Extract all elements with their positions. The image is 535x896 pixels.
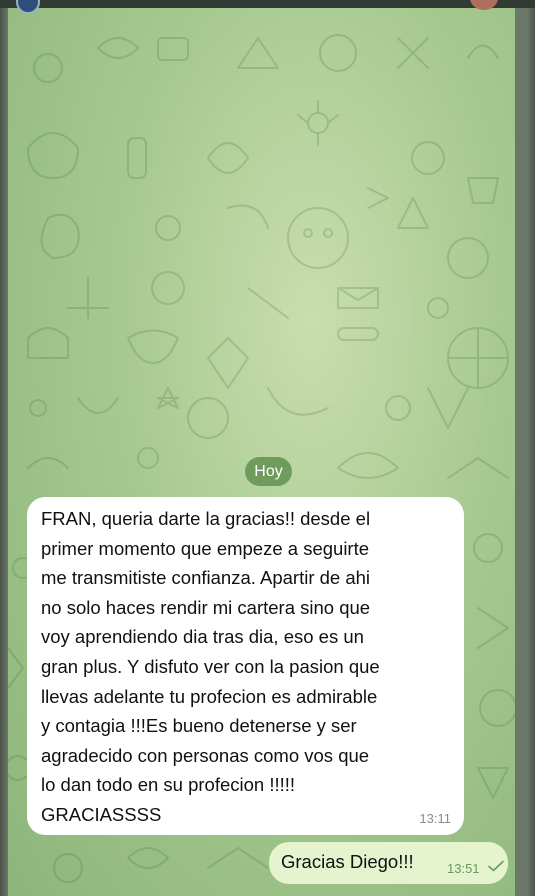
- incoming-message-bubble[interactable]: FRAN, queria darte la gracias!! desde el…: [27, 497, 464, 835]
- outgoing-message-bubble[interactable]: Gracias Diego!!! 13:51: [269, 842, 508, 884]
- outgoing-message-text: Gracias Diego!!!: [281, 851, 414, 872]
- day-separator-pill: Hoy: [245, 457, 292, 486]
- incoming-message-text: FRAN, queria darte la gracias!! desde el…: [41, 508, 380, 825]
- single-check-icon: [488, 860, 504, 872]
- incoming-message-time: 13:11: [419, 811, 451, 826]
- phone-frame: Hoy FRAN, queria darte la gracias!! desd…: [0, 0, 535, 896]
- chat-area[interactable]: Hoy FRAN, queria darte la gracias!! desd…: [8, 8, 515, 896]
- top-status-strip: [0, 0, 535, 8]
- outgoing-message-time: 13:51: [447, 861, 480, 876]
